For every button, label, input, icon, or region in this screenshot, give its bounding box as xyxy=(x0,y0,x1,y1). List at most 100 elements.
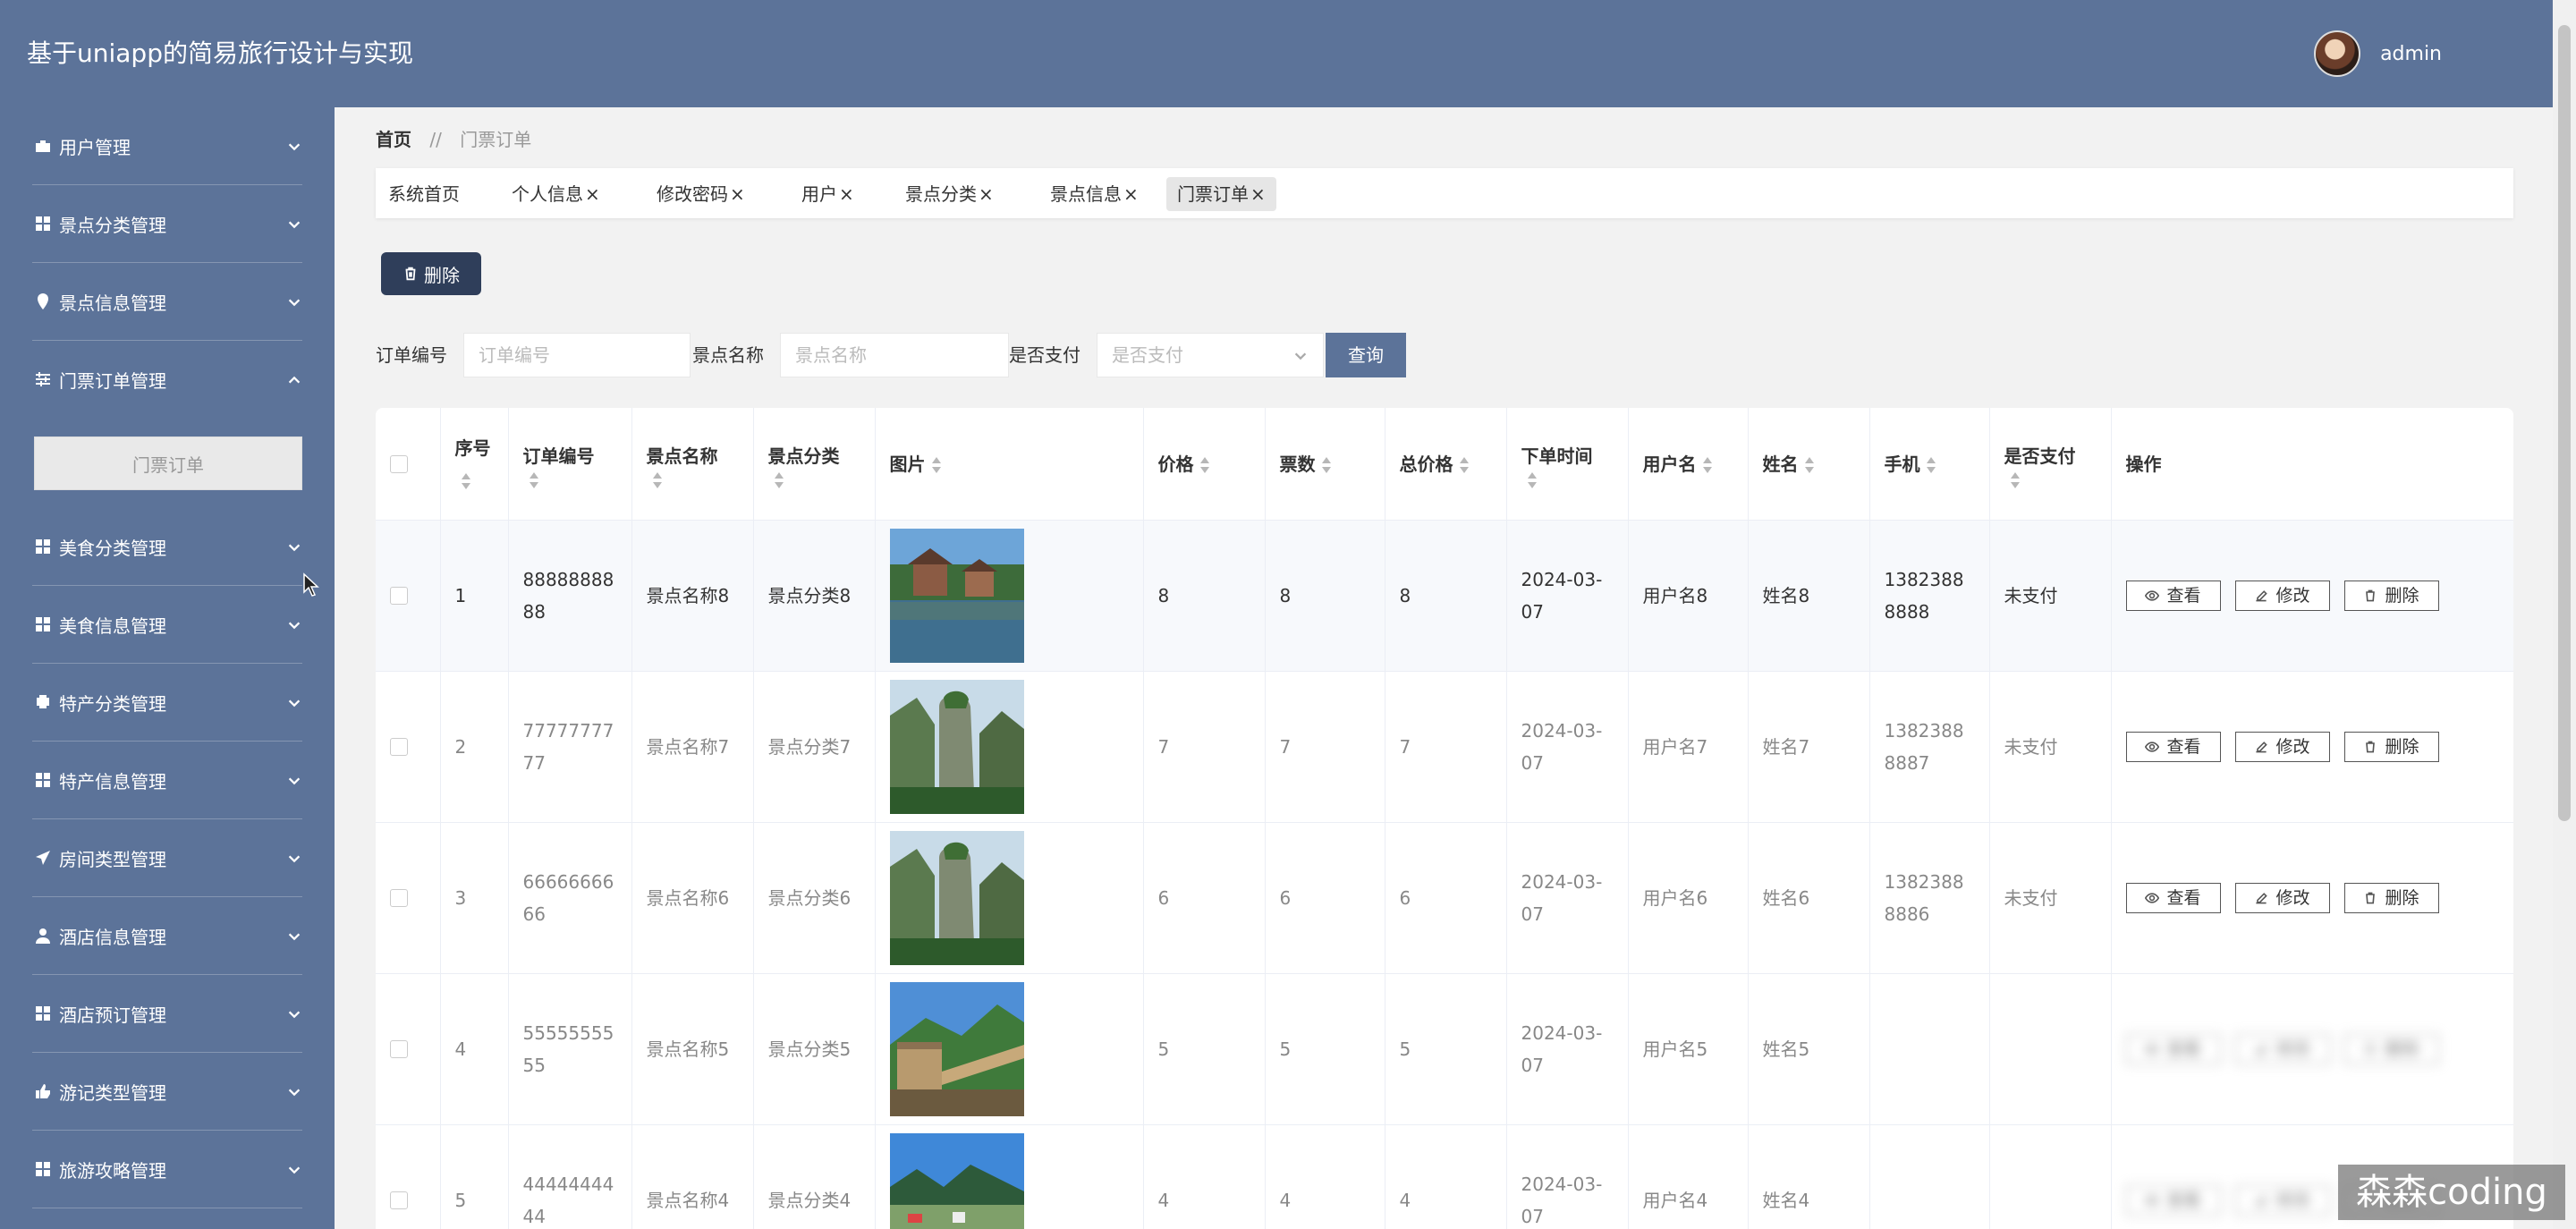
sidebar-item-3[interactable]: 门票订单管理 xyxy=(0,341,335,419)
sidebar-item-4[interactable]: 美食分类管理 xyxy=(0,508,335,586)
paid-select[interactable]: 是否支付 xyxy=(1097,333,1324,377)
table-row[interactable]: 3 6666666666 景点名称6 景点分类6 6 6 6 2024-03-07 用户名6 姓名… xyxy=(376,822,2513,974)
delete-button[interactable]: 删除 xyxy=(2343,1034,2439,1064)
sidebar-item-row[interactable]: 特产信息管理 xyxy=(32,742,302,818)
edit-button[interactable]: 修改 xyxy=(2234,883,2330,913)
sort-caret-icon[interactable] xyxy=(1321,457,1332,473)
sort-caret-icon[interactable] xyxy=(529,471,539,488)
view-button[interactable]: 查看 xyxy=(2125,1185,2221,1216)
sidebar-item-10[interactable]: 酒店预订管理 xyxy=(0,975,335,1053)
sort-caret-icon[interactable] xyxy=(2010,471,2021,488)
column-header-0[interactable]: 序号 xyxy=(440,408,509,521)
table-row[interactable]: 5 4444444444 景点名称4 景点分类4 4 4 4 2024-03-07 用户名4 姓名… xyxy=(376,1124,2513,1229)
sidebar-item-row[interactable]: 美食分类管理 xyxy=(32,508,302,585)
edit-button[interactable]: 修改 xyxy=(2234,1185,2330,1216)
sidebar-item-9[interactable]: 酒店信息管理 xyxy=(0,897,335,975)
edit-button[interactable]: 修改 xyxy=(2234,581,2330,611)
sidebar-item-row[interactable]: 美食信息管理 xyxy=(32,586,302,663)
sort-caret-icon[interactable] xyxy=(461,473,471,489)
sidebar-item-row[interactable]: 房间类型管理 xyxy=(32,819,302,896)
scrollbar-thumb[interactable] xyxy=(2558,25,2571,821)
tab-3[interactable]: 用户 × xyxy=(791,177,865,211)
batch-delete-button[interactable]: 删除 xyxy=(381,252,481,295)
sidebar-item-row[interactable]: 旅游攻略管理 xyxy=(32,1131,302,1208)
select-all-checkbox[interactable] xyxy=(390,454,408,473)
sidebar-item-row[interactable]: 酒店预订管理 xyxy=(32,975,302,1052)
view-button[interactable]: 查看 xyxy=(2125,732,2221,762)
scenic-thumbnail[interactable] xyxy=(889,1133,1024,1229)
scenic-thumbnail[interactable] xyxy=(889,831,1024,965)
column-header-3[interactable]: 景点分类 xyxy=(753,408,876,521)
close-icon[interactable]: × xyxy=(979,183,994,205)
delete-button[interactable]: 删除 xyxy=(2343,883,2439,913)
sidebar-item-6[interactable]: 特产分类管理 xyxy=(0,664,335,742)
view-button[interactable]: 查看 xyxy=(2125,883,2221,913)
tab-4[interactable]: 景点分类 × xyxy=(894,177,1004,211)
table-row[interactable]: 1 8888888888 景点名称8 景点分类8 8 8 8 2024-03-07 用户名8 姓名… xyxy=(376,520,2513,672)
column-header-4[interactable]: 图片 xyxy=(875,408,1144,521)
column-header-7[interactable]: 总价格 xyxy=(1385,408,1507,521)
sidebar-item-2[interactable]: 景点信息管理 xyxy=(0,263,335,341)
column-header-8[interactable]: 下单时间 xyxy=(1506,408,1629,521)
sort-caret-icon[interactable] xyxy=(1459,457,1470,473)
breadcrumb-home[interactable]: 首页 xyxy=(376,129,411,150)
close-icon[interactable]: × xyxy=(585,183,600,205)
row-checkbox[interactable] xyxy=(390,738,408,756)
table-row[interactable]: 4 5555555555 景点名称5 景点分类5 5 5 5 2024-03-07 用户名5 姓名… xyxy=(376,973,2513,1125)
sort-caret-icon[interactable] xyxy=(1527,471,1538,488)
column-header-10[interactable]: 姓名 xyxy=(1748,408,1870,521)
tab-6[interactable]: 门票订单 × xyxy=(1166,177,1276,211)
tab-0[interactable]: 系统首页 xyxy=(377,177,470,211)
view-button[interactable]: 查看 xyxy=(2125,581,2221,611)
sidebar-item-0[interactable]: 用户管理 xyxy=(0,107,335,185)
sidebar-item-row[interactable]: 景点信息管理 xyxy=(32,263,302,340)
sidebar-subitem-ticket-orders[interactable]: 门票订单 xyxy=(34,437,302,490)
row-checkbox[interactable] xyxy=(390,587,408,605)
sidebar-item-row[interactable]: 特产分类管理 xyxy=(32,664,302,741)
sidebar-item-row[interactable]: 游记类型管理 xyxy=(32,1053,302,1130)
page-scrollbar[interactable] xyxy=(2553,0,2576,1229)
sort-caret-icon[interactable] xyxy=(931,457,942,473)
close-icon[interactable]: × xyxy=(730,183,745,205)
sidebar-item-7[interactable]: 特产信息管理 xyxy=(0,742,335,819)
scenic-thumbnail[interactable] xyxy=(889,680,1024,814)
column-header-1[interactable]: 订单编号 xyxy=(508,408,632,521)
user-avatar[interactable] xyxy=(2314,30,2361,77)
sort-caret-icon[interactable] xyxy=(1804,457,1815,473)
view-button[interactable]: 查看 xyxy=(2125,1034,2221,1064)
row-checkbox[interactable] xyxy=(390,1191,408,1209)
edit-button[interactable]: 修改 xyxy=(2234,732,2330,762)
sort-caret-icon[interactable] xyxy=(1702,457,1713,473)
row-checkbox[interactable] xyxy=(390,1040,408,1058)
tab-5[interactable]: 景点信息 × xyxy=(1039,177,1149,211)
sidebar-item-5[interactable]: 美食信息管理 xyxy=(0,586,335,664)
sidebar-item-1[interactable]: 景点分类管理 xyxy=(0,185,335,263)
sidebar-item-11[interactable]: 游记类型管理 xyxy=(0,1053,335,1131)
delete-button[interactable]: 删除 xyxy=(2343,581,2439,611)
column-header-12[interactable]: 是否支付 xyxy=(1989,408,2112,521)
column-header-5[interactable]: 价格 xyxy=(1143,408,1266,521)
sidebar-item-row[interactable]: 景点分类管理 xyxy=(32,185,302,262)
spot-name-input[interactable] xyxy=(780,333,1009,377)
sort-caret-icon[interactable] xyxy=(652,471,663,488)
column-header-9[interactable]: 用户名 xyxy=(1628,408,1749,521)
column-header-11[interactable]: 手机 xyxy=(1869,408,1990,521)
sort-caret-icon[interactable] xyxy=(1199,457,1210,473)
sort-caret-icon[interactable] xyxy=(1926,457,1936,473)
delete-button[interactable]: 删除 xyxy=(2343,732,2439,762)
username[interactable]: admin xyxy=(2380,43,2442,65)
column-header-6[interactable]: 票数 xyxy=(1265,408,1385,521)
sidebar-item-8[interactable]: 房间类型管理 xyxy=(0,819,335,897)
row-checkbox[interactable] xyxy=(390,889,408,907)
close-icon[interactable]: × xyxy=(1250,183,1266,205)
scenic-thumbnail[interactable] xyxy=(889,982,1024,1116)
sidebar-item-row[interactable]: 门票订单管理 xyxy=(32,341,302,418)
close-icon[interactable]: × xyxy=(1123,183,1139,205)
scenic-thumbnail[interactable] xyxy=(889,529,1024,663)
table-row[interactable]: 2 7777777777 景点名称7 景点分类7 7 7 7 2024-03-07 用户名7 姓名… xyxy=(376,671,2513,823)
sidebar-item-row[interactable]: 酒店信息管理 xyxy=(32,897,302,974)
column-header-2[interactable]: 景点名称 xyxy=(631,408,754,521)
tab-1[interactable]: 个人信息 × xyxy=(501,177,611,211)
sidebar-item-row[interactable]: 用户管理 xyxy=(32,107,302,184)
user-menu[interactable]: admin xyxy=(2314,0,2442,107)
